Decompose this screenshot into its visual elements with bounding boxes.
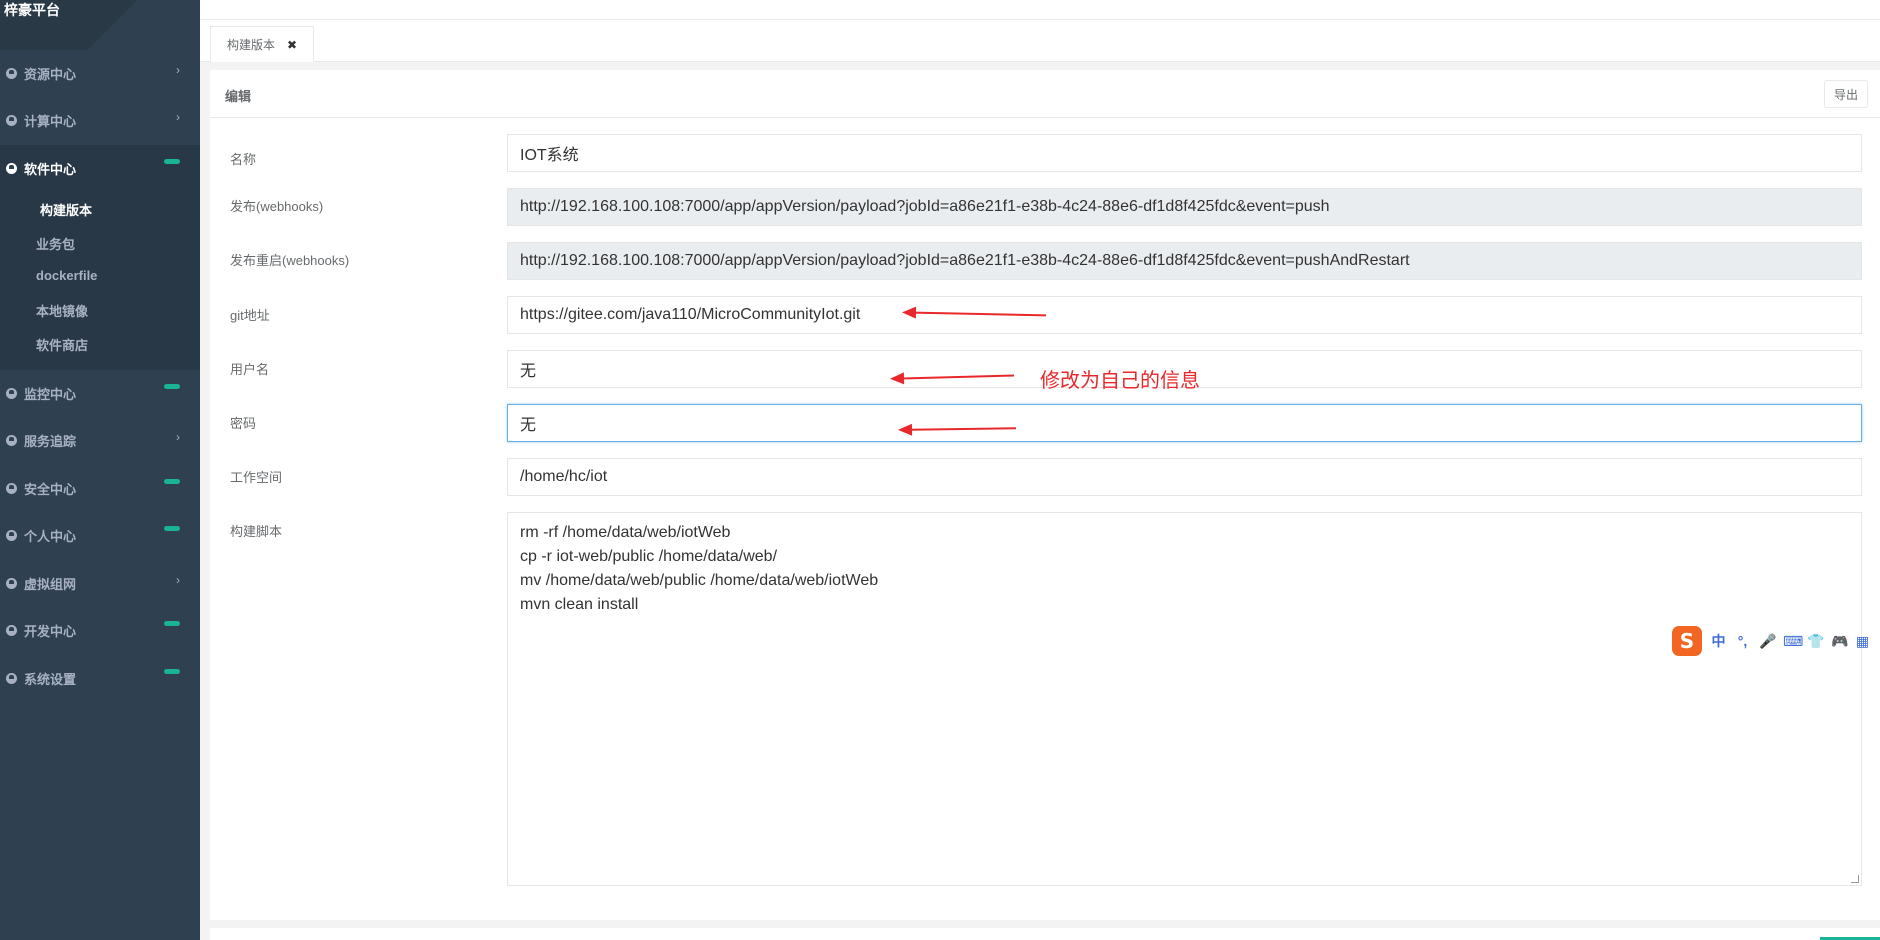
sidebar-item-label: 服务追踪 (24, 434, 77, 449)
submenu-item-business-package[interactable]: 业务包 (36, 234, 75, 253)
sidebar-item-service-tracing[interactable]: 服务追踪 › (0, 417, 200, 464)
brand-title: 梓豪平台 (4, 2, 60, 18)
sidebar-item-label: 安全中心 (24, 482, 77, 497)
panel-title: 编辑 (225, 89, 252, 104)
chevron-right-icon: › (176, 63, 180, 77)
sidebar-item-label: 资源中心 (24, 67, 77, 82)
workspace-label: 工作空间 (230, 470, 283, 485)
git-address-field[interactable]: https://gitee.com/java110/MicroCommunity… (507, 296, 1862, 334)
chevron-right-icon: › (176, 110, 180, 124)
sidebar-item-label: 开发中心 (24, 624, 77, 639)
status-pill-icon (164, 479, 180, 484)
sidebar-item-compute-center[interactable]: 计算中心 › (0, 97, 200, 144)
globe-icon (6, 625, 17, 636)
globe-icon (6, 163, 17, 174)
sidebar-item-dev-center[interactable]: 开发中心 (0, 607, 200, 654)
sidebar-item-label: 计算中心 (24, 114, 77, 129)
annotation-text: 修改为自己的信息 (1040, 370, 1200, 392)
sidebar: 梓豪平台 构建版本 业务包 dockerfile 本地镜像 软件商店 资源中心 … (0, 0, 200, 940)
sidebar-item-software-center[interactable]: 软件中心 (0, 145, 200, 192)
globe-icon (6, 388, 17, 399)
globe-icon (6, 115, 17, 126)
sidebar-item-monitor-center[interactable]: 监控中心 (0, 370, 200, 417)
status-pill-icon (164, 526, 180, 531)
tab-bar: 构建版本 ✖ (200, 20, 1880, 62)
ime-game-icon[interactable]: 🎮 (1831, 633, 1848, 650)
export-button[interactable]: 导出 (1824, 80, 1868, 108)
submenu-item-build-version[interactable]: 构建版本 (40, 200, 92, 219)
ime-toolbar: S 中 °, 🎤 ⌨ 👕 🎮 ▦ (1672, 625, 1880, 657)
sidebar-item-resource-center[interactable]: 资源中心 › (0, 50, 200, 97)
globe-icon (6, 483, 17, 494)
submenu-item-local-image[interactable]: 本地镜像 (36, 301, 88, 320)
build-script-text: rm -rf /home/data/web/iotWeb cp -r iot-w… (520, 524, 879, 613)
top-navbar (200, 0, 1880, 20)
brand-header: 梓豪平台 (0, 0, 200, 50)
sidebar-item-personal-center[interactable]: 个人中心 (0, 512, 200, 559)
username-label: 用户名 (230, 362, 270, 377)
resize-handle-icon[interactable] (1851, 875, 1859, 883)
password-field[interactable]: 无 (507, 404, 1862, 442)
panel-header: 编辑 导出 (210, 70, 1880, 118)
build-script-label: 构建脚本 (230, 524, 283, 539)
sidebar-item-label: 软件中心 (24, 162, 77, 177)
sidebar-item-label: 系统设置 (24, 672, 77, 687)
sidebar-item-label: 个人中心 (24, 529, 77, 544)
globe-icon (6, 578, 17, 589)
webhook-restart-url-field[interactable]: http://192.168.100.108:7000/app/appVersi… (507, 242, 1862, 280)
name-label: 名称 (230, 152, 257, 167)
build-script-textarea[interactable]: rm -rf /home/data/web/iotWeb cp -r iot-w… (507, 512, 1862, 886)
tab-build-version[interactable]: 构建版本 ✖ (210, 26, 314, 62)
status-pill-icon (164, 159, 180, 164)
globe-icon (6, 68, 17, 79)
submenu-software-center: 构建版本 业务包 dockerfile 本地镜像 软件商店 (0, 190, 200, 370)
name-field[interactable]: IOT系统 (507, 134, 1862, 172)
submenu-item-software-store[interactable]: 软件商店 (36, 335, 88, 354)
webhook-url-field[interactable]: http://192.168.100.108:7000/app/appVersi… (507, 188, 1862, 226)
status-pill-icon (164, 669, 180, 674)
ime-toolbox-icon[interactable]: ▦ (1855, 633, 1870, 650)
ime-chinese-mode-icon[interactable]: 中 (1711, 631, 1726, 651)
sogou-logo-icon[interactable]: S (1672, 626, 1702, 656)
workspace-field[interactable]: /home/hc/iot (507, 458, 1862, 496)
globe-icon (6, 530, 17, 541)
sidebar-item-label: 虚拟组网 (24, 577, 77, 592)
globe-icon (6, 673, 17, 684)
chevron-right-icon: › (176, 573, 180, 587)
ime-microphone-icon[interactable]: 🎤 (1759, 633, 1776, 650)
sidebar-item-virtual-network[interactable]: 虚拟组网 › (0, 560, 200, 607)
submenu-item-dockerfile[interactable]: dockerfile (36, 268, 97, 283)
webhook-restart-label: 发布重启(webhooks) (230, 253, 350, 268)
tab-label: 构建版本 (227, 38, 276, 52)
webhook-label: 发布(webhooks) (230, 199, 324, 214)
password-label: 密码 (230, 416, 257, 431)
sidebar-item-system-settings[interactable]: 系统设置 (0, 655, 200, 702)
sidebar-item-label: 监控中心 (24, 387, 77, 402)
ime-skin-icon[interactable]: 👕 (1807, 633, 1824, 650)
panel-footer (210, 928, 1880, 940)
globe-icon (6, 435, 17, 446)
status-pill-icon (164, 384, 180, 389)
ime-keyboard-icon[interactable]: ⌨ (1783, 633, 1803, 650)
ime-punctuation-icon[interactable]: °, (1735, 633, 1750, 649)
sidebar-item-security-center[interactable]: 安全中心 (0, 465, 200, 512)
git-address-label: git地址 (230, 308, 270, 323)
chevron-right-icon: › (176, 430, 180, 444)
status-pill-icon (164, 621, 180, 626)
close-icon[interactable]: ✖ (287, 38, 297, 52)
